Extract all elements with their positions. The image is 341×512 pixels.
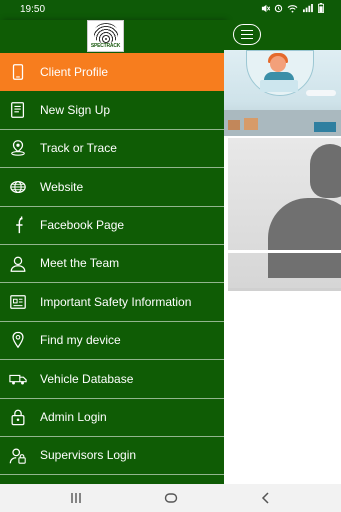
menu-item-label: New Sign Up xyxy=(40,102,111,117)
form-icon xyxy=(8,100,28,120)
menu-item-website[interactable]: Website xyxy=(0,168,224,207)
menu-item-label: Admin Login xyxy=(40,409,107,424)
spectrack-logo: SPECTRACK xyxy=(87,20,124,52)
signal-icon xyxy=(302,3,313,15)
globe-icon xyxy=(8,177,28,197)
menu-item-facebook-page[interactable]: Facebook Page xyxy=(0,207,224,245)
menu-item-vehicle-database[interactable]: Vehicle Database xyxy=(0,360,224,399)
drawer-header: SPECTRACK xyxy=(0,20,224,52)
home-button[interactable] xyxy=(161,490,181,506)
map-pin-icon xyxy=(8,138,28,158)
status-time: 19:50 xyxy=(20,4,46,15)
menu-item-label: Supervisors Login xyxy=(40,448,137,463)
user-lock-icon xyxy=(8,446,28,466)
app-bar xyxy=(224,20,341,50)
menu-item-important-safety-information[interactable]: Important Safety Information xyxy=(0,283,224,322)
menu-item-label: Facebook Page xyxy=(40,218,125,232)
person-icon xyxy=(8,254,28,274)
system-nav-bar xyxy=(0,484,341,512)
wifi-icon xyxy=(287,4,298,15)
menu-item-label: Meet the Team xyxy=(40,256,120,271)
fingerprint-icon xyxy=(94,23,118,43)
menu-item-new-sign-up[interactable]: New Sign Up xyxy=(0,91,224,130)
alarm-icon xyxy=(274,4,283,15)
main-content xyxy=(224,20,341,484)
menu-item-supervisors-login[interactable]: Supervisors Login xyxy=(0,437,224,476)
battery-icon xyxy=(317,3,325,15)
document-icon xyxy=(8,292,28,312)
back-button[interactable] xyxy=(256,490,276,506)
truck-icon xyxy=(8,369,28,389)
menu-item-label: Vehicle Database xyxy=(40,371,134,386)
menu-item-track-or-trace[interactable]: Track or Trace xyxy=(0,130,224,169)
logo-text: SPECTRACK xyxy=(90,43,121,49)
navigation-drawer: SPECTRACK Client Profile New Sign Up Tra… xyxy=(0,20,224,484)
support-banner-image xyxy=(224,50,341,136)
menu-item-admin-login[interactable]: Admin Login xyxy=(0,399,224,437)
drawer-menu: Client Profile New Sign Up Track or Trac… xyxy=(0,53,224,476)
recent-apps-button[interactable] xyxy=(66,490,86,506)
location-icon xyxy=(8,330,28,350)
profile-photo xyxy=(228,138,341,288)
status-bar: 19:50 xyxy=(0,0,341,20)
menu-item-label: Find my device xyxy=(40,333,121,348)
status-icons xyxy=(261,3,325,15)
menu-item-client-profile[interactable]: Client Profile xyxy=(0,53,224,92)
menu-item-meet-the-team[interactable]: Meet the Team xyxy=(0,245,224,284)
phone-icon xyxy=(8,62,28,82)
lock-icon xyxy=(8,407,28,427)
mute-icon xyxy=(261,4,271,15)
facebook-icon xyxy=(8,215,28,235)
menu-item-label: Website xyxy=(40,179,84,194)
menu-item-label: Track or Trace xyxy=(40,141,117,156)
menu-item-find-my-device[interactable]: Find my device xyxy=(0,322,224,361)
menu-icon[interactable] xyxy=(233,24,261,45)
menu-item-label: Important Safety Information xyxy=(40,294,192,309)
menu-item-label: Client Profile xyxy=(40,64,109,79)
